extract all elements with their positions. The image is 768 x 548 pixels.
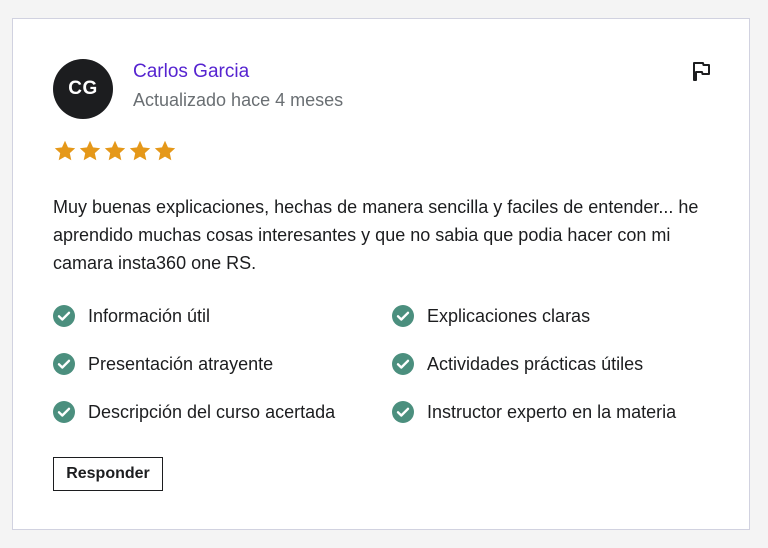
flag-icon[interactable] [689, 59, 713, 83]
feature-item: Información útil [53, 305, 210, 327]
avatar: CG [53, 59, 113, 119]
feature-item: Actividades prácticas útiles [392, 353, 643, 375]
review-text: Muy buenas explicaciones, hechas de mane… [53, 197, 699, 273]
star-icon [54, 140, 76, 161]
feature-item: Instructor experto en la materia [392, 401, 676, 423]
star-icon [129, 140, 151, 161]
star-rating [53, 139, 177, 163]
check-circle-icon [53, 401, 75, 423]
feature-label: Descripción del curso acertada [88, 401, 336, 422]
author-name: Carlos Garcia [133, 61, 250, 82]
feature-label: Información útil [88, 305, 211, 326]
star-icon [154, 140, 176, 161]
updated-timestamp: Actualizado hace 4 meses [133, 90, 344, 110]
reply-button[interactable]: Responder [53, 457, 163, 491]
star-icon [104, 140, 126, 161]
review-card: CG Carlos Garcia Actualizado hace 4 mese… [12, 18, 750, 530]
feature-item: Descripción del curso acertada [53, 401, 335, 423]
check-circle-icon [53, 353, 75, 375]
check-circle-icon [392, 401, 414, 423]
check-circle-icon [53, 305, 75, 327]
feature-label: Actividades prácticas útiles [427, 353, 644, 374]
feature-label: Instructor experto en la materia [427, 401, 677, 422]
feature-item: Explicaciones claras [392, 305, 590, 327]
check-circle-icon [392, 353, 414, 375]
feature-item: Presentación atrayente [53, 353, 273, 375]
feature-label: Explicaciones claras [427, 305, 591, 326]
check-circle-icon [392, 305, 414, 327]
feature-label: Presentación atrayente [88, 353, 274, 374]
star-icon [79, 140, 101, 161]
